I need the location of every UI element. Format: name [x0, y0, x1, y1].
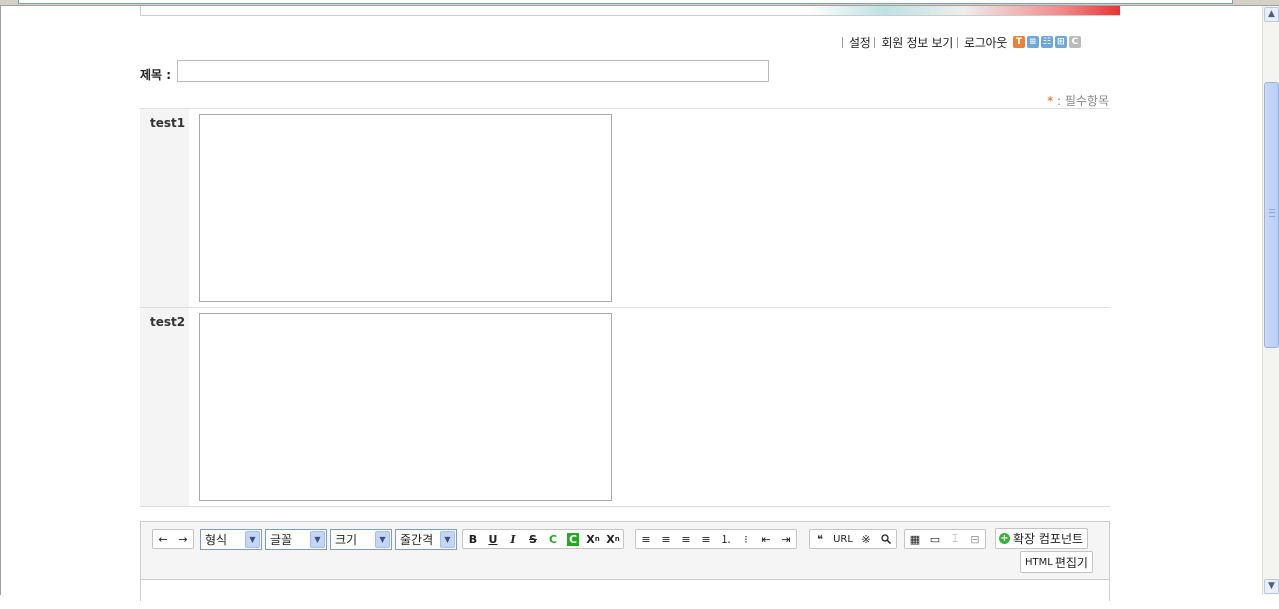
top-menu: 설정 회원 정보 보기 로그아웃 T ≡ ☷ ⊞ C [838, 34, 1081, 50]
text-skin-icon[interactable]: T [1012, 36, 1025, 48]
format-select-value: 형식 [205, 533, 228, 547]
extension-component-label: 확장 컴포넌트 [1013, 532, 1084, 546]
special-char-icon[interactable]: ※ [856, 530, 876, 548]
test2-textarea[interactable] [199, 313, 612, 501]
menu-separator [956, 36, 958, 48]
header-banner [140, 6, 1120, 16]
scroll-thumb[interactable] [1264, 82, 1279, 348]
html-prefix: HTML [1025, 556, 1053, 568]
logout-link[interactable]: 로그아웃 [964, 34, 1007, 51]
subscript-button[interactable]: Xn [603, 530, 623, 548]
webzine-skin-icon[interactable]: ☷ [1040, 36, 1053, 48]
extra-fields-table: test1 test2 [140, 108, 1110, 507]
subscript-mark: n [614, 535, 620, 543]
line-height-select-value: 줄간격 [400, 533, 434, 547]
field-label: test1 [150, 116, 186, 130]
align-left-icon[interactable]: ≡ [636, 530, 656, 548]
alignment-group: ≡ ≡ ≡ ≡ ⒈ ⁝ ⇤ ⇥ [635, 529, 797, 549]
list-skin-icon[interactable]: ≡ [1026, 36, 1039, 48]
plus-icon: + [999, 533, 1010, 544]
size-select-value: 크기 [335, 533, 358, 547]
html-editor-label: 편집기 [1054, 555, 1088, 570]
format-select[interactable]: 형식 ▼ [200, 529, 262, 550]
background-color-icon: C [566, 532, 580, 546]
background-color-button[interactable]: C [563, 530, 583, 548]
chevron-down-icon: ▼ [245, 531, 260, 548]
outdent-icon[interactable]: ⇤ [756, 530, 776, 548]
form-row: test1 [140, 109, 1110, 308]
field-label-cell: test2 [140, 308, 189, 506]
magnifier-icon [881, 534, 891, 544]
form-row: test2 [140, 308, 1110, 507]
strikethrough-button[interactable]: S [523, 530, 543, 548]
window-edge [0, 6, 1, 595]
address-bar[interactable] [18, 0, 1233, 4]
table-icon[interactable]: ▦ [905, 530, 925, 548]
menu-separator [874, 36, 876, 48]
align-right-icon[interactable]: ≡ [676, 530, 696, 548]
quote-icon[interactable]: ❝ [810, 530, 830, 548]
title-input[interactable] [177, 60, 769, 82]
line-height-select[interactable]: 줄간격 ▼ [395, 529, 457, 550]
superscript-mark: n [594, 535, 600, 543]
field-label: test2 [150, 315, 186, 329]
unordered-list-icon[interactable]: ⁝ [736, 530, 756, 548]
field-label-cell: test1 [140, 109, 189, 307]
html-editor-button[interactable]: HTML 편집기 [1020, 551, 1093, 573]
size-select[interactable]: 크기 ▼ [330, 529, 392, 550]
extension-component-button[interactable]: + 확장 컴포넌트 [995, 528, 1089, 549]
title-label: 제목 : [140, 68, 172, 82]
test1-textarea[interactable] [199, 114, 612, 302]
subscript-icon: X [606, 532, 615, 546]
font-color-button[interactable]: C [543, 530, 563, 548]
insert-group: ❝ URL ※ [809, 529, 897, 549]
wysiwyg-editor: ← → 형식 ▼ 글꼴 ▼ 크기 ▼ 줄간격 ▼ B U I S C C Xn Xn ≡… [140, 521, 1110, 609]
chevron-down-icon: ▼ [375, 531, 390, 548]
history-group: ← → [152, 529, 194, 549]
text-style-group: B U I S C C Xn Xn [462, 529, 624, 549]
scroll-up-arrow-icon[interactable]: ▲ [1264, 7, 1279, 22]
align-center-icon[interactable]: ≡ [656, 530, 676, 548]
required-text: : 필수항목 [1053, 94, 1109, 108]
vertical-scrollbar[interactable]: ▲ ▼ [1262, 6, 1279, 595]
font-select[interactable]: 글꼴 ▼ [265, 529, 327, 550]
font-select-value: 글꼴 [270, 533, 293, 547]
editor-toolbar: ← → 형식 ▼ 글꼴 ▼ 크기 ▼ 줄간격 ▼ B U I S C C Xn Xn ≡… [141, 522, 1109, 579]
superscript-icon: X [586, 532, 595, 546]
bold-button[interactable]: B [463, 530, 483, 548]
editor-content-area[interactable] [141, 579, 1109, 609]
required-note: * : 필수항목 [1047, 92, 1109, 109]
member-info-link[interactable]: 회원 정보 보기 [881, 34, 953, 51]
chevron-down-icon: ▼ [440, 531, 455, 548]
align-justify-icon[interactable]: ≡ [696, 530, 716, 548]
indent-icon[interactable]: ⇥ [776, 530, 796, 548]
skin-switcher: T ≡ ☷ ⊞ C [1012, 36, 1081, 48]
cell-icon[interactable]: ▭ [925, 530, 945, 548]
table-group: ▦ ▭ ⌶ ⊟ [904, 529, 986, 549]
merge-cells-icon[interactable]: ⌶ [945, 530, 965, 548]
italic-button[interactable]: I [503, 530, 523, 548]
split-cells-icon[interactable]: ⊟ [965, 530, 985, 548]
scroll-down-arrow-icon[interactable]: ▼ [1264, 579, 1279, 594]
settings-link[interactable]: 설정 [849, 34, 871, 51]
gallery-skin-icon[interactable]: ⊞ [1054, 36, 1067, 48]
search-icon[interactable] [876, 530, 896, 548]
menu-separator [842, 36, 843, 48]
underline-button[interactable]: U [483, 530, 503, 548]
redo-icon[interactable]: → [173, 530, 193, 548]
cloud-skin-icon[interactable]: C [1068, 36, 1081, 48]
url-button[interactable]: URL [830, 530, 856, 548]
chevron-down-icon: ▼ [310, 531, 325, 548]
undo-icon[interactable]: ← [153, 530, 173, 548]
grip-icon [1269, 209, 1275, 217]
ordered-list-icon[interactable]: ⒈ [716, 530, 736, 548]
superscript-button[interactable]: Xn [583, 530, 603, 548]
